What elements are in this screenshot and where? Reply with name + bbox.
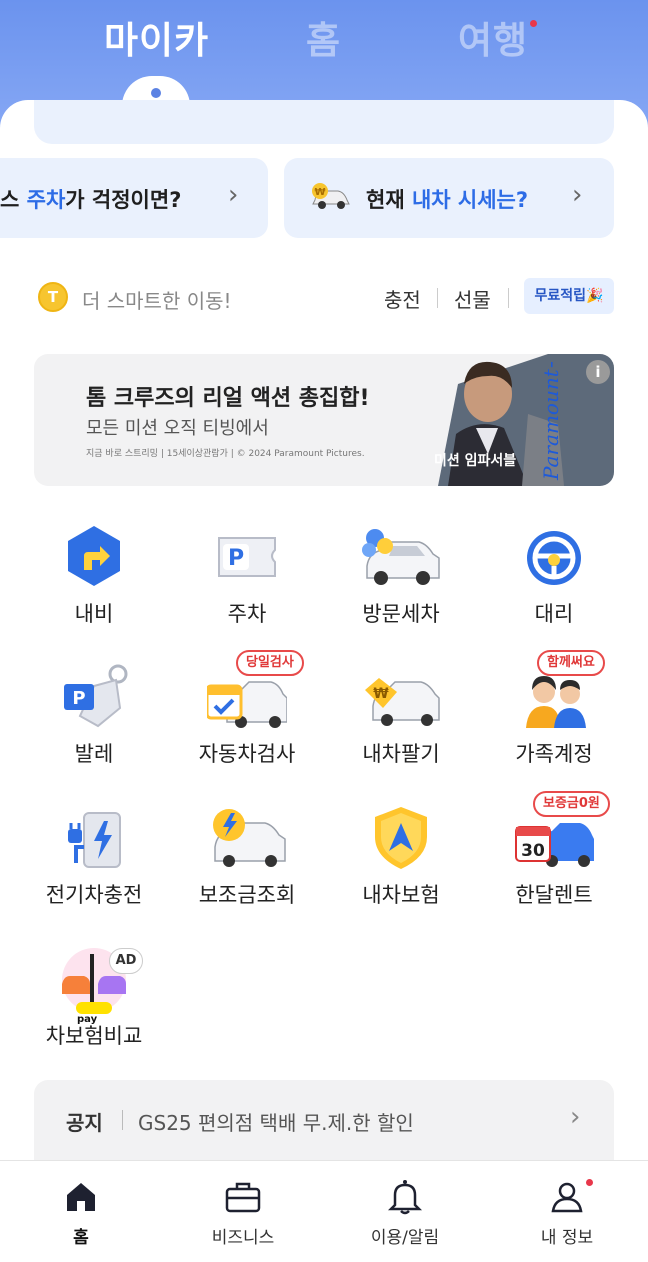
svg-text:P: P (72, 688, 85, 709)
service-label: 주차 (227, 602, 267, 626)
service-insurance-compare[interactable]: AD pay 차보험비교 (13, 932, 175, 1072)
service-monthly-rent[interactable]: 30 보증금0원 한달렌트 (473, 791, 635, 931)
service-ev-charging[interactable]: 전기차충전 (13, 791, 175, 931)
use-together-tag: 함께써요 (537, 650, 605, 676)
divider (508, 288, 509, 308)
svg-text:₩: ₩ (314, 187, 325, 198)
service-parking[interactable]: P 주차 (166, 510, 328, 650)
notice-text: GS25 편의점 택배 무.제.한 할인 (138, 1111, 414, 1135)
valet-key-icon: P (64, 664, 128, 728)
service-label: 내비 (74, 602, 114, 626)
nav-label: 내 정보 (540, 1228, 594, 1248)
divider (122, 1110, 123, 1130)
promo-text-part: 현재 (366, 188, 412, 212)
service-car-inspection[interactable]: 당일검사 자동차검사 (166, 650, 328, 790)
service-label: 내차팔기 (362, 742, 440, 766)
service-valet[interactable]: P 발레 (13, 650, 175, 790)
svg-text:P: P (228, 546, 244, 571)
banner-fine-print: 지금 바로 스트리밍 | 15세이상관람가 | © 2024 Paramount… (86, 449, 365, 459)
chevron-right-icon: › (572, 180, 583, 210)
insurance-shield-icon (375, 807, 427, 869)
nav-label: 이용/알림 (370, 1228, 440, 1248)
tab-indicator-dot (151, 88, 161, 98)
service-label: 자동차검사 (198, 742, 296, 766)
parking-promo-text: 스 주차가 걱정이면? (0, 184, 181, 214)
collapsed-card[interactable] (34, 100, 614, 144)
nav-label: 홈 (73, 1228, 89, 1248)
paramount-logo: Paramount+ (539, 362, 563, 481)
chevron-right-icon: › (228, 180, 239, 210)
service-label: 가족계정 (515, 742, 593, 766)
notice-label: 공지 (66, 1111, 103, 1135)
service-label: 보조금조회 (198, 883, 296, 907)
service-navigation[interactable]: 내비 (13, 510, 175, 650)
subsidy-car-icon (213, 809, 286, 867)
bell-icon (387, 1180, 423, 1215)
promo-highlight: 주차 (26, 188, 66, 212)
poster-title: 미션 임파서블 (434, 453, 517, 469)
page: 마이카 홈 여행 스 주차가 걱정이면? › ₩ 현재 내차 시세는? › T … (0, 0, 648, 1262)
notification-dot (530, 20, 537, 27)
svg-text:₩: ₩ (373, 686, 389, 702)
service-label: 방문세차 (362, 602, 440, 626)
service-subsidy-lookup[interactable]: 보조금조회 (166, 791, 328, 931)
svg-text:Paramount+: Paramount+ (539, 362, 563, 481)
charge-link[interactable]: 충전 (384, 284, 421, 313)
free-earn-button[interactable]: 무료적립🎉 (524, 278, 614, 314)
ad-banner[interactable]: 톰 크루즈의 리얼 액션 총집합! 모든 미션 오직 티빙에서 지금 바로 스트… (34, 354, 614, 486)
promo-text-part: 스 (0, 188, 27, 212)
same-day-inspection-tag: 당일검사 (236, 650, 304, 676)
car-price-promo-card[interactable]: ₩ 현재 내차 시세는? › (284, 158, 614, 238)
zero-deposit-tag: 보증금0원 (533, 791, 610, 817)
service-sell-car[interactable]: ₩ 내차팔기 (320, 650, 482, 790)
nav-label: 비즈니스 (211, 1228, 275, 1248)
parking-ticket-icon: P (218, 537, 276, 577)
nav-business[interactable]: 비즈니스 (162, 1161, 324, 1262)
briefcase-icon (225, 1182, 261, 1213)
service-label: 차보험비교 (45, 1024, 143, 1048)
service-label: 전기차충전 (45, 883, 143, 907)
gift-link[interactable]: 선물 (454, 284, 491, 313)
car-price-promo-text: 현재 내차 시세는? (366, 184, 528, 214)
promo-text-part: 가 걱정이면? (65, 188, 182, 212)
service-label: 대리 (534, 602, 574, 626)
top-tabs: 마이카 홈 여행 (0, 10, 648, 70)
divider (437, 288, 438, 308)
person-icon (551, 1182, 583, 1213)
points-slogan[interactable]: 더 스마트한 이동! (82, 285, 232, 314)
navigation-icon (68, 526, 120, 586)
service-label: 내차보험 (362, 883, 440, 907)
service-label: 한달렌트 (515, 883, 593, 907)
nav-notifications[interactable]: 이용/알림 (324, 1161, 486, 1262)
car-wash-icon (362, 529, 440, 585)
service-designated-driver[interactable]: 대리 (473, 510, 635, 650)
banner-title: 톰 크루즈의 리얼 액션 총집합! (86, 386, 370, 411)
tab-mycar[interactable]: 마이카 (104, 10, 209, 64)
notice-bar[interactable]: 공지 GS25 편의점 택배 무.제.한 할인 › (34, 1080, 614, 1160)
info-icon[interactable]: i (586, 360, 610, 384)
parking-promo-card[interactable]: 스 주차가 걱정이면? › (0, 158, 268, 238)
points-row: T 더 스마트한 이동! 충전 선물 무료적립🎉 (34, 278, 614, 318)
service-car-wash[interactable]: 방문세차 (320, 510, 482, 650)
service-family-account[interactable]: 함께써요 가족계정 (473, 650, 635, 790)
ev-charger-icon (68, 812, 121, 868)
chevron-right-icon: › (570, 1102, 581, 1132)
tab-travel[interactable]: 여행 (458, 10, 528, 64)
svg-text:30: 30 (521, 841, 545, 861)
bottom-nav: 홈 비즈니스 이용/알림 내 정보 (0, 1160, 648, 1262)
service-label: 발레 (74, 742, 114, 766)
t-coin-icon: T (38, 282, 68, 312)
ad-badge: AD (109, 948, 143, 974)
home-icon (67, 1183, 95, 1211)
nav-my-info[interactable]: 내 정보 (486, 1161, 648, 1262)
sell-car-icon: ₩ (365, 678, 440, 726)
car-coin-icon: ₩ (312, 183, 350, 209)
nav-home[interactable]: 홈 (0, 1161, 162, 1262)
notification-dot (586, 1179, 593, 1186)
steering-wheel-icon (527, 531, 581, 585)
tab-home[interactable]: 홈 (306, 10, 341, 64)
promo-highlight: 내차 시세는? (411, 188, 529, 212)
banner-subtitle: 모든 미션 오직 티빙에서 (86, 418, 269, 439)
service-car-insurance[interactable]: 내차보험 (320, 791, 482, 931)
